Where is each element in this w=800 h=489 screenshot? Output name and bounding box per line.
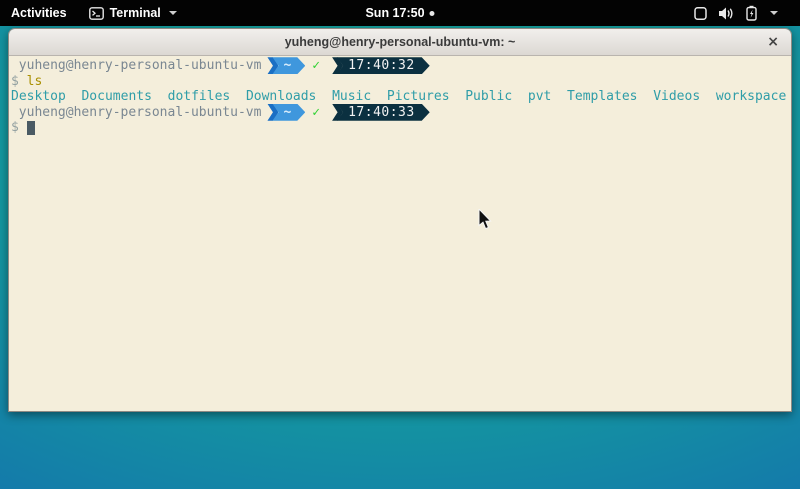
window-title: yuheng@henry-personal-ubuntu-vm: ~: [285, 35, 516, 49]
prompt-user-host: yuheng@henry-personal-ubuntu-vm: [19, 105, 262, 120]
terminal-cursor: [27, 121, 36, 135]
prompt-symbol: $: [11, 120, 19, 135]
app-menu-terminal[interactable]: Terminal: [78, 0, 188, 26]
activities-button[interactable]: Activities: [0, 0, 78, 26]
prompt-time: 17:40:33: [337, 104, 430, 121]
status-check-icon: ✓: [312, 58, 320, 73]
prompt-symbol: $: [11, 74, 19, 89]
clock[interactable]: Sun 17:50: [365, 0, 434, 26]
dir-name: Music: [332, 89, 371, 104]
input-line[interactable]: $: [11, 120, 789, 136]
powerline-cwd-segment: ~: [267, 57, 305, 74]
chevron-down-icon: [770, 11, 778, 15]
system-tray[interactable]: [693, 0, 800, 26]
notification-dot-icon: [430, 11, 435, 16]
dir-name: Templates: [567, 89, 637, 104]
battery-charging-icon: [745, 5, 758, 21]
terminal-content[interactable]: yuheng@henry-personal-ubuntu-vm ~ ✓ 17:4…: [9, 56, 791, 412]
powerline-time-segment: 17:40:33: [326, 104, 430, 121]
terminal-window: yuheng@henry-personal-ubuntu-vm: ~ × yuh…: [8, 28, 792, 412]
dir-name: Videos: [653, 89, 700, 104]
dir-name: Downloads: [246, 89, 316, 104]
command-line: $ ls: [11, 74, 789, 90]
dir-name: Documents: [81, 89, 151, 104]
app-menu-label: Terminal: [110, 6, 161, 20]
volume-icon: [718, 6, 735, 21]
prompt-line: yuheng@henry-personal-ubuntu-vm ~ ✓ 17:4…: [11, 58, 789, 74]
command-text: ls: [27, 74, 43, 89]
powerline-time-segment: 17:40:32: [326, 57, 430, 74]
window-titlebar[interactable]: yuheng@henry-personal-ubuntu-vm: ~ ×: [9, 29, 791, 56]
prompt-line: yuheng@henry-personal-ubuntu-vm ~ ✓ 17:4…: [11, 105, 789, 121]
ls-output-line: Desktop Documents dotfiles Downloads Mus…: [11, 89, 789, 105]
dir-name: workspace: [716, 89, 786, 104]
dir-name: Public: [465, 89, 512, 104]
chevron-down-icon: [169, 11, 177, 15]
status-check-icon: ✓: [312, 105, 320, 120]
activities-label: Activities: [11, 6, 67, 20]
prompt-user-host: yuheng@henry-personal-ubuntu-vm: [19, 58, 262, 73]
dir-name: dotfiles: [168, 89, 231, 104]
powerline-cwd-segment: ~: [267, 104, 305, 121]
clock-label: Sun 17:50: [365, 6, 424, 20]
dir-name: Pictures: [387, 89, 450, 104]
terminal-icon: [89, 7, 104, 20]
screen-icon: [693, 6, 708, 21]
close-button[interactable]: ×: [767, 35, 779, 49]
desktop: Activities Terminal Sun 17:50: [0, 0, 800, 489]
dir-name: pvt: [528, 89, 551, 104]
dir-name: Desktop: [11, 89, 66, 104]
top-bar: Activities Terminal Sun 17:50: [0, 0, 800, 26]
prompt-time: 17:40:32: [337, 57, 430, 74]
